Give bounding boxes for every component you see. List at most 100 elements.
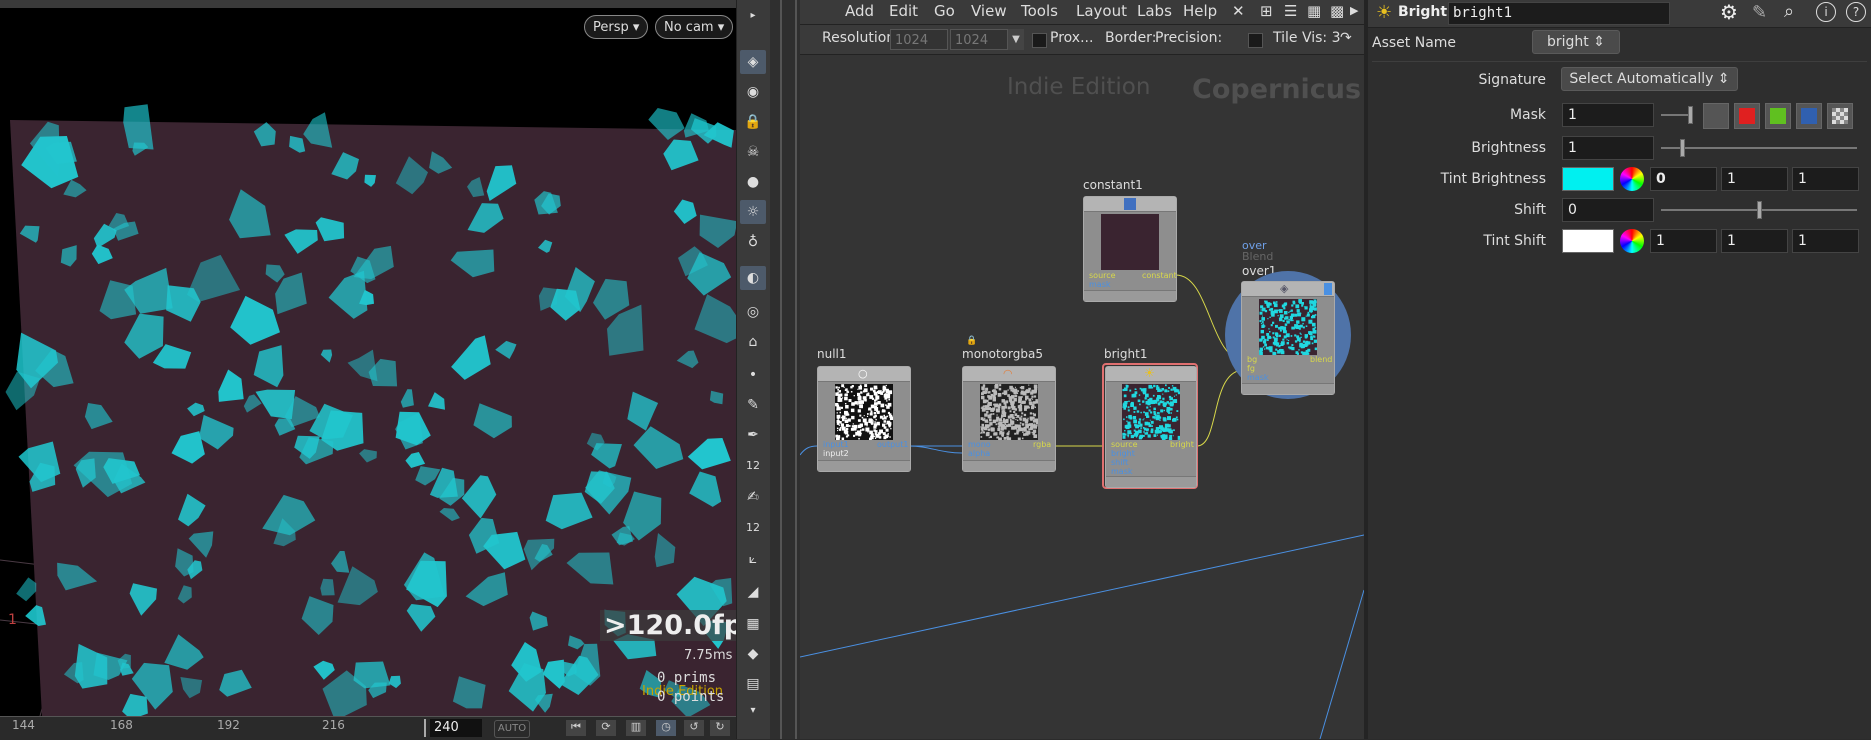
port-bg[interactable]: bg: [1247, 355, 1257, 364]
node-label-bright1[interactable]: bright1: [1104, 347, 1147, 361]
port-mask[interactable]: mask: [1247, 373, 1269, 382]
node-constant1[interactable]: source mask constant: [1083, 196, 1177, 302]
shading-icon[interactable]: ◐: [740, 266, 766, 290]
measure-icon[interactable]: ◢: [740, 580, 766, 604]
port-mask[interactable]: mask: [1089, 280, 1111, 289]
ruler-icon[interactable]: ⟀: [740, 547, 766, 571]
info-icon[interactable]: i: [1816, 2, 1836, 22]
undo-icon[interactable]: ↺: [684, 720, 704, 736]
tint-brightness-r-field[interactable]: 0: [1650, 167, 1717, 191]
port-alpha[interactable]: alpha: [968, 449, 990, 458]
shift-slider-handle[interactable]: [1756, 201, 1762, 219]
list-icon[interactable]: ☰: [1284, 0, 1297, 24]
alpha-channel-button[interactable]: [1827, 103, 1853, 129]
timeline-cursor[interactable]: [424, 719, 426, 737]
mask-field[interactable]: 1: [1562, 103, 1654, 127]
layers-icon[interactable]: ◆: [740, 642, 766, 666]
brightness-slider[interactable]: [1661, 147, 1857, 149]
grid-view-icon[interactable]: ▦: [1307, 0, 1321, 24]
realtime-icon[interactable]: ▥: [626, 720, 646, 736]
camera-menu-button[interactable]: No cam ▾: [655, 15, 734, 39]
precision-checkbox[interactable]: [1248, 33, 1263, 48]
toolbar-arrow-icon[interactable]: ▸: [740, 8, 766, 22]
persp-menu-button[interactable]: Persp ▾: [584, 15, 649, 39]
menu-view[interactable]: View: [971, 0, 1007, 24]
port-input2[interactable]: input2: [823, 449, 849, 458]
mask-channel-rgb-icon[interactable]: [1703, 103, 1729, 129]
port-shift[interactable]: shift: [1111, 458, 1128, 467]
auto-key-button[interactable]: AUTO: [494, 720, 530, 738]
node-null1[interactable]: ○ input1 input2 output1: [817, 366, 911, 472]
lock-icon[interactable]: 🔒: [740, 110, 766, 134]
tint-shift-g-field[interactable]: 1: [1721, 229, 1788, 253]
dot-icon[interactable]: •: [740, 363, 766, 387]
port-constant[interactable]: constant: [1142, 271, 1177, 280]
node-label-monotorgba5[interactable]: monotorgba5: [962, 347, 1043, 361]
brightness-field[interactable]: 1: [1562, 136, 1654, 160]
node-monotorgba5[interactable]: ◠ mono alpha rgba: [962, 366, 1056, 472]
menu-layout[interactable]: Layout: [1076, 0, 1127, 24]
tile-vis-label[interactable]: Tile Vis: 3: [1273, 30, 1341, 46]
resolution-y-field[interactable]: 1024: [950, 29, 1008, 50]
current-frame-field[interactable]: 240: [430, 719, 482, 737]
visibility-icon[interactable]: ◎: [740, 300, 766, 324]
tint-brightness-swatch[interactable]: [1562, 167, 1614, 191]
palette-icon[interactable]: ▩: [1330, 0, 1344, 24]
node-over1[interactable]: ◈ bg fg mask blend: [1241, 281, 1335, 395]
tint-brightness-b-field[interactable]: 1: [1792, 167, 1859, 191]
timeline-bar[interactable]: 144 168 192 216 240 AUTO ⏮ ⟳ ▥ ◷ ↺ ↻: [0, 716, 736, 740]
color-wheel-icon[interactable]: [1620, 229, 1644, 253]
scene-viewport[interactable]: Persp ▾ No cam ▾ >120.0fps 7.75ms 0 prim…: [0, 0, 736, 739]
signature-menu[interactable]: Select Automatically ⇕: [1561, 67, 1738, 91]
tint-brightness-g-field[interactable]: 1: [1721, 167, 1788, 191]
refresh-icon[interactable]: ↷: [1340, 30, 1352, 46]
toolbar-more-icon[interactable]: ▾: [740, 698, 766, 722]
view-icon[interactable]: ◉: [740, 80, 766, 104]
brush-icon[interactable]: ✎: [740, 393, 766, 417]
light-bulb-icon[interactable]: ♁: [740, 230, 766, 254]
port-mono[interactable]: mono: [968, 440, 991, 449]
node-label-constant1[interactable]: constant1: [1083, 178, 1143, 192]
tint-shift-swatch[interactable]: [1562, 229, 1614, 253]
grid-display-icon[interactable]: ▤: [740, 672, 766, 696]
node-name-field[interactable]: bright1: [1448, 2, 1670, 25]
port-fg[interactable]: fg: [1247, 364, 1255, 373]
pen-icon[interactable]: ✒: [740, 423, 766, 447]
menu-go[interactable]: Go: [934, 0, 955, 24]
port-input1[interactable]: input1: [823, 440, 849, 449]
port-source[interactable]: source: [1111, 440, 1138, 449]
port-source[interactable]: source: [1089, 271, 1116, 280]
menu-labs[interactable]: Labs: [1137, 0, 1172, 24]
checker-icon[interactable]: ▦: [740, 612, 766, 636]
help-icon[interactable]: ?: [1846, 2, 1866, 22]
tree-icon[interactable]: ⊞: [1260, 0, 1273, 24]
display-options-icon[interactable]: ◈: [740, 50, 766, 74]
port-bright-out[interactable]: bright: [1170, 440, 1194, 449]
menu-add[interactable]: Add: [845, 0, 874, 24]
paint-icon[interactable]: ✍: [740, 485, 766, 509]
light-icon[interactable]: ☼: [740, 200, 766, 224]
asset-name-menu[interactable]: bright ⇕: [1532, 30, 1620, 54]
loop-icon[interactable]: ⟳: [596, 720, 616, 736]
node-label-null1[interactable]: null1: [817, 347, 847, 361]
wrench-icon[interactable]: ✎: [1752, 2, 1767, 23]
ghost-icon[interactable]: ☠: [740, 140, 766, 164]
menu-edit[interactable]: Edit: [889, 0, 918, 24]
shift-field[interactable]: 0: [1562, 198, 1654, 222]
port-rgba[interactable]: rgba: [1033, 440, 1051, 449]
tint-shift-r-field[interactable]: 1: [1650, 229, 1717, 253]
port-mask[interactable]: mask: [1111, 467, 1133, 476]
search-icon[interactable]: ⌕: [1784, 1, 1794, 22]
tint-shift-b-field[interactable]: 1: [1792, 229, 1859, 253]
green-channel-button[interactable]: [1765, 103, 1791, 129]
display-flag-icon[interactable]: [1324, 283, 1332, 295]
red-channel-button[interactable]: [1734, 103, 1760, 129]
node-bright1[interactable]: ☀ source bright shift mask bright: [1105, 366, 1197, 488]
sphere-icon[interactable]: ●: [740, 170, 766, 194]
gear-icon[interactable]: ⚙: [1720, 0, 1738, 24]
menu-help[interactable]: Help: [1183, 0, 1217, 24]
blue-channel-button[interactable]: [1796, 103, 1822, 129]
proxy-checkbox[interactable]: [1032, 33, 1047, 48]
mask-slider-handle[interactable]: [1688, 106, 1693, 124]
camera-icon[interactable]: ⌂: [740, 330, 766, 354]
